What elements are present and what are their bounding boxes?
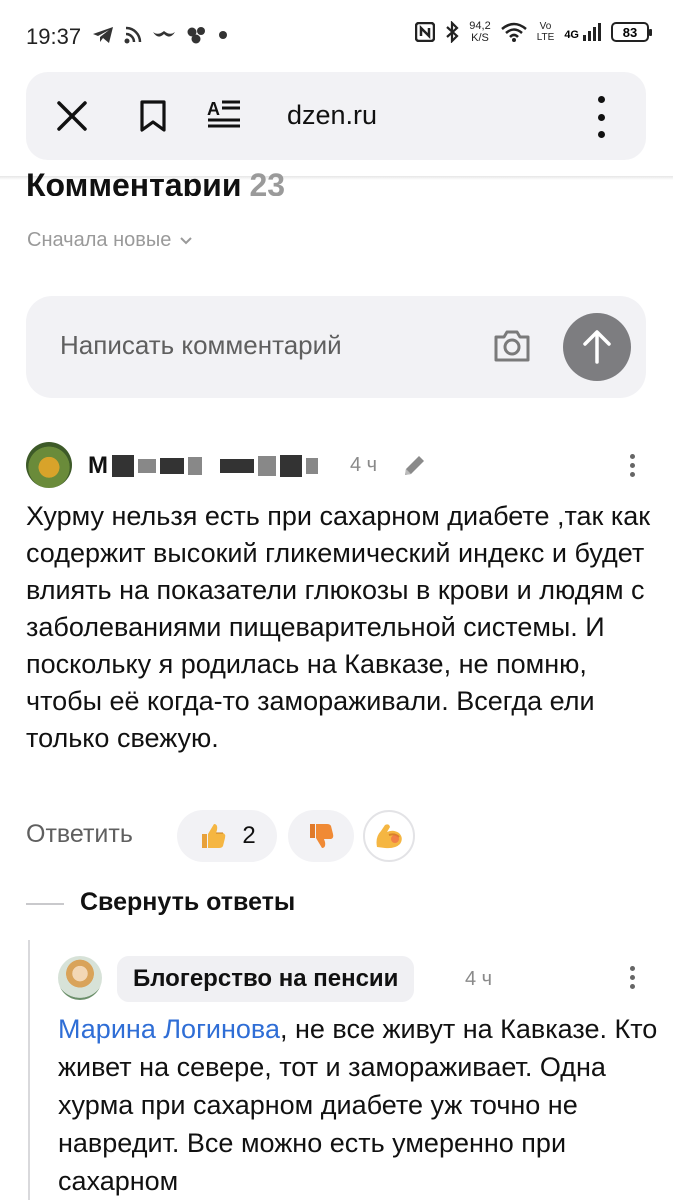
like-button[interactable]: 2 [177,810,277,862]
blurred-name [112,455,134,477]
comment-input[interactable]: Написать комментарий [26,296,646,398]
comment-author-name[interactable]: М [88,452,318,480]
notification-icons [92,26,228,44]
thumbs-up-icon [202,824,226,848]
status-time: 19:37 [26,24,82,49]
comment-time: 4 ч [350,454,378,476]
dislike-button[interactable] [288,810,354,862]
comment-input-placeholder: Написать комментарий [60,330,342,360]
reply-time: 4 ч [465,968,493,990]
sort-dropdown[interactable]: Сначала новые [27,229,193,252]
thread-line [28,940,30,1200]
battery-indicator: 83 [611,22,652,42]
like-count: 2 [242,822,256,849]
net-speed: 94,2 K/S [469,20,491,44]
flexed-biceps-icon [376,824,402,849]
browser-menu-button[interactable] [591,96,611,138]
camera-icon[interactable] [492,328,532,364]
thumbs-down-icon [310,824,334,848]
mustache-icon [153,31,175,37]
comment-more-icon[interactable] [628,454,636,477]
chevron-down-icon [180,236,193,244]
wifi-icon [500,22,527,42]
telegram-icon [93,27,113,43]
reply-more-icon[interactable] [628,966,636,989]
app-cluster-icon [187,27,205,44]
comments-heading: Комментарии 23 [26,160,285,196]
author-initial: М [88,452,108,479]
reply-button[interactable]: Ответить [26,820,133,849]
bookmark-icon[interactable] [139,99,167,133]
mention-link[interactable]: Марина Логинова [58,1014,280,1044]
signal-icon: 4G [564,23,601,41]
rss-icon [124,26,142,44]
comment-text: Хурму нельзя есть при сахарном диабете ,… [26,501,651,753]
arrow-up-icon [583,330,611,364]
volte-indicator: Vo LTE [536,21,555,43]
system-icons: 94,2 K/S Vo LTE 4G 83 [415,20,652,44]
avatar[interactable] [26,442,72,488]
browser-toolbar: A dzen.ru [26,72,646,160]
sort-label: Сначала новые [27,229,172,251]
send-button[interactable] [563,313,631,381]
dot-icon [219,31,227,39]
collapse-replies-button[interactable]: Свернуть ответы [80,888,295,917]
close-icon[interactable] [56,100,88,132]
bluetooth-icon [446,21,459,43]
status-bar: 19:37 94,2 K/S Vo LTE 4G 83 [0,0,673,70]
comments-count: 23 [249,167,286,196]
nfc-icon [415,22,436,42]
reply-text: Марина Логинова, не все живут на Кавказе… [58,1010,658,1200]
url-display[interactable]: dzen.ru [287,100,377,131]
edit-icon [405,456,424,475]
reply-author-badge[interactable]: Блогерство на пенсии [117,956,415,1002]
reader-mode-icon[interactable]: A [206,98,242,132]
svg-text:A: A [207,99,220,119]
reply-avatar[interactable] [58,956,102,1000]
divider [26,903,64,905]
muscle-reaction-button[interactable] [363,810,415,862]
